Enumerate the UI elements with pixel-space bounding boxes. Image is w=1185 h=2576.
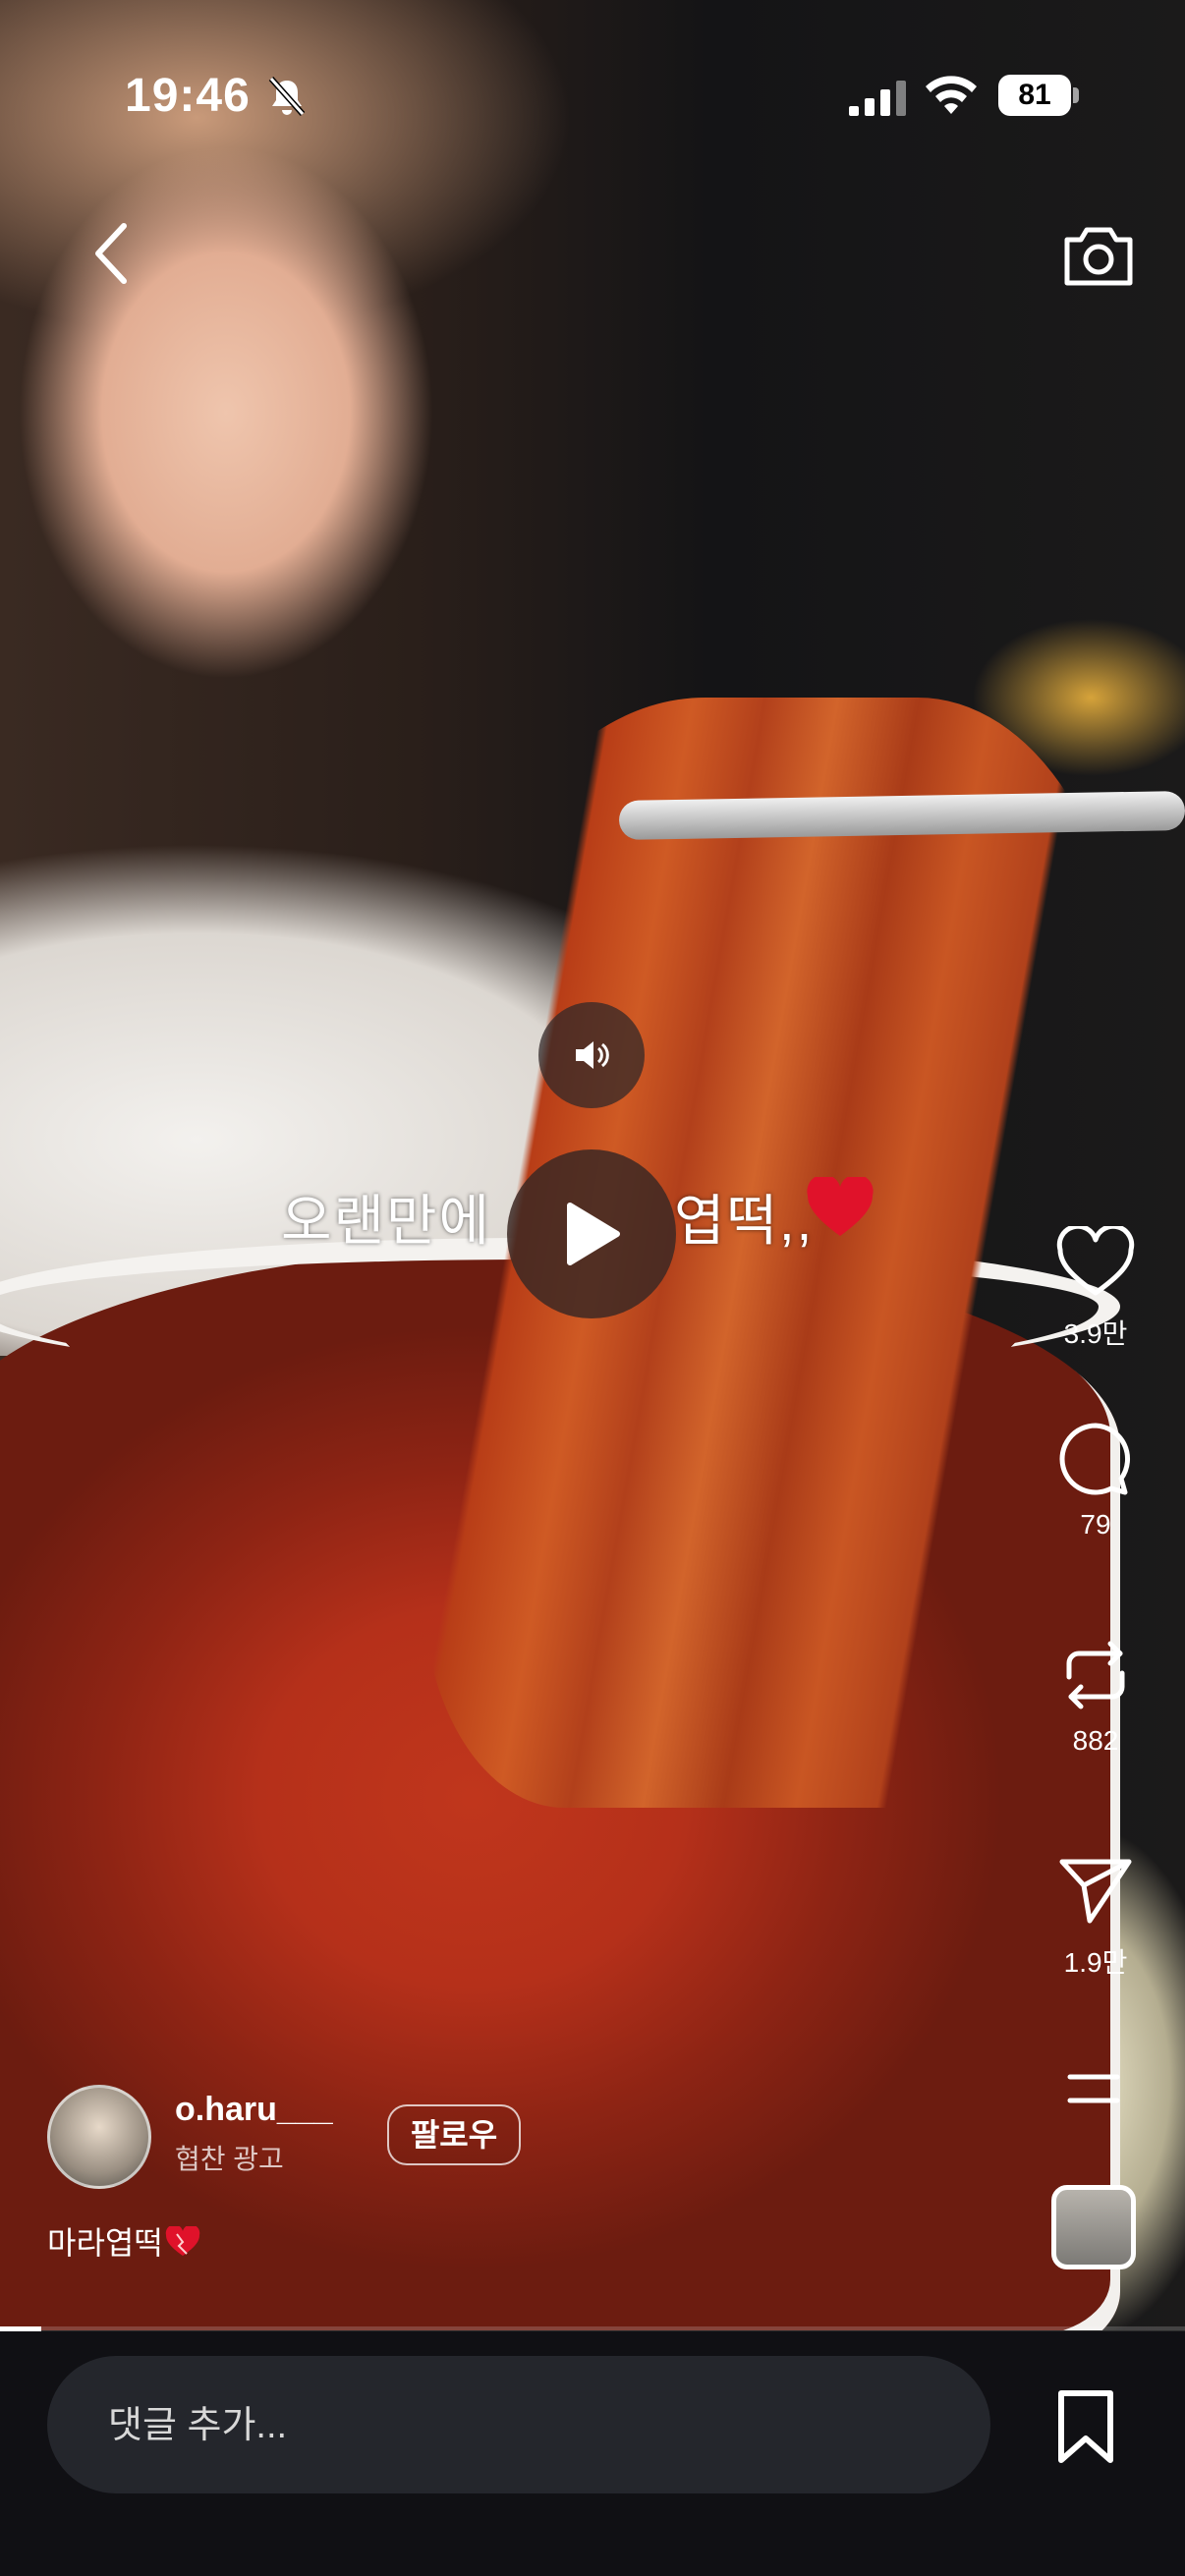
bell-slash-icon [268,77,306,116]
video-caption: 오랜만에 엽떡,, [281,1177,812,1257]
repost-action[interactable]: 882 [1042,1631,1150,1757]
battery-tip [1073,87,1079,103]
battery-level: 81 [998,75,1071,116]
post-description[interactable]: 마라엽떡 [47,2218,200,2264]
play-icon [567,1203,620,1265]
video-caption-part2: 엽떡,, [674,1190,815,1252]
video-caption-part1: 오랜만에 [281,1190,492,1252]
status-bar: 19:46 81 [0,0,1185,187]
post-description-text: 마라엽떡 [47,2225,163,2261]
red-heart-icon [807,1177,874,1236]
cellular-signal-icon [849,81,906,116]
share-action[interactable]: 1.9만 [1042,1847,1150,1981]
sponsored-label: 협찬 광고 [175,2144,284,2174]
comment-action[interactable]: 79 [1042,1415,1150,1540]
share-count: 1.9만 [1063,1947,1128,1978]
battery-icon: 81 [998,75,1079,116]
camera-icon[interactable] [1059,218,1138,291]
comment-field[interactable] [47,2356,990,2495]
audio-thumbnail[interactable] [1051,2185,1136,2269]
mute-toggle-button[interactable] [538,1002,645,1108]
more-options-icon[interactable] [1064,2067,1123,2110]
speaker-icon [576,1041,609,1069]
comment-count: 79 [1080,1509,1111,1540]
like-action[interactable]: 3.9만 [1042,1218,1150,1352]
heart-emoji [165,2226,199,2256]
repost-count: 882 [1072,1725,1119,1756]
play-button[interactable] [507,1149,676,1318]
like-count: 3.9만 [1063,1318,1128,1349]
comment-bubble-icon[interactable] [1056,1420,1135,1498]
author-info: o.haru___ 협찬 광고 팔로우 [47,2085,735,2193]
follow-button[interactable]: 팔로우 [387,2104,521,2165]
wifi-icon [926,76,977,114]
bookmark-icon[interactable] [1051,2389,1120,2464]
chevron-left-icon[interactable] [85,218,143,289]
repost-icon[interactable] [1061,1634,1130,1716]
status-time: 19:46 [125,70,251,122]
comment-input[interactable] [106,2356,975,2495]
author-username[interactable]: o.haru___ [175,2091,333,2129]
send-icon[interactable] [1058,1856,1133,1927]
avatar[interactable] [47,2085,151,2189]
heart-icon[interactable] [1055,1226,1136,1299]
